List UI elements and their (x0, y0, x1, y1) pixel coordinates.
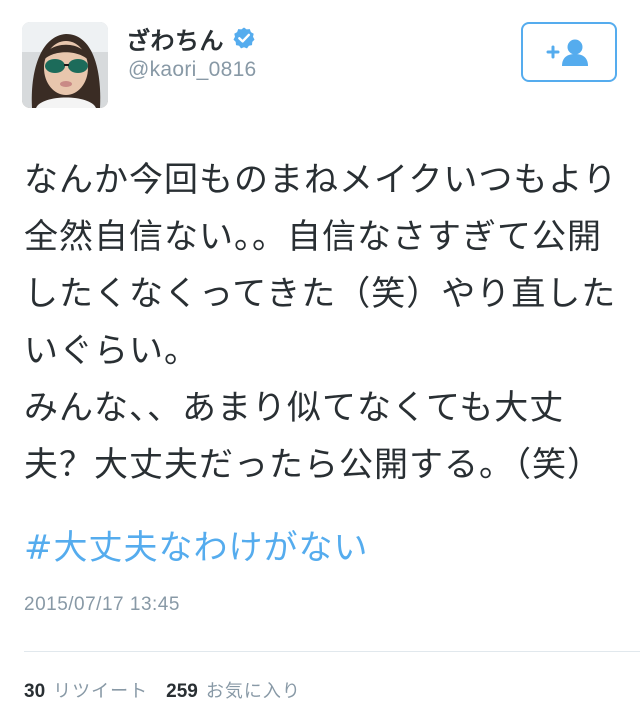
retweet-label: リツイート (53, 681, 149, 702)
follow-user-icon (546, 39, 588, 66)
retweet-count: 30 (24, 681, 46, 702)
verified-badge-icon (233, 27, 255, 49)
tweet-text: なんか今回ものまねメイクいつもより全然自信ない。。自信なさすぎて公開したくなくっ… (24, 152, 624, 494)
divider (24, 651, 640, 652)
favorite-count: 259 (166, 681, 198, 702)
tweet-stats: 30 リツイート 259 お気に入り (24, 676, 319, 704)
tweet-paragraph: みんな、、あまり似てなくても大丈夫？大丈夫だったら公開する。（笑） (24, 388, 602, 485)
display-name-row: ざわちん (126, 20, 256, 56)
favorite-stat[interactable]: 259 お気に入り (166, 677, 301, 703)
favorite-label: お気に入り (205, 681, 301, 702)
tweet-paragraph: なんか今回ものまねメイクいつもより全然自信ない。。自信なさすぎて公開したくなくっ… (24, 160, 618, 371)
avatar[interactable] (22, 22, 108, 108)
retweet-stat[interactable]: 30 リツイート (24, 677, 148, 703)
tweet-timestamp: 2015/07/17 13:45 (24, 594, 180, 615)
tweet-header: ざわちん @kaori_0816 (0, 0, 640, 120)
avatar-image (22, 22, 108, 108)
hashtag-link[interactable]: #大丈夫なわけがない (24, 520, 369, 577)
display-name[interactable]: ざわちん (126, 21, 224, 56)
user-handle[interactable]: @kaori_0816 (128, 58, 257, 82)
follow-button[interactable] (521, 22, 617, 82)
